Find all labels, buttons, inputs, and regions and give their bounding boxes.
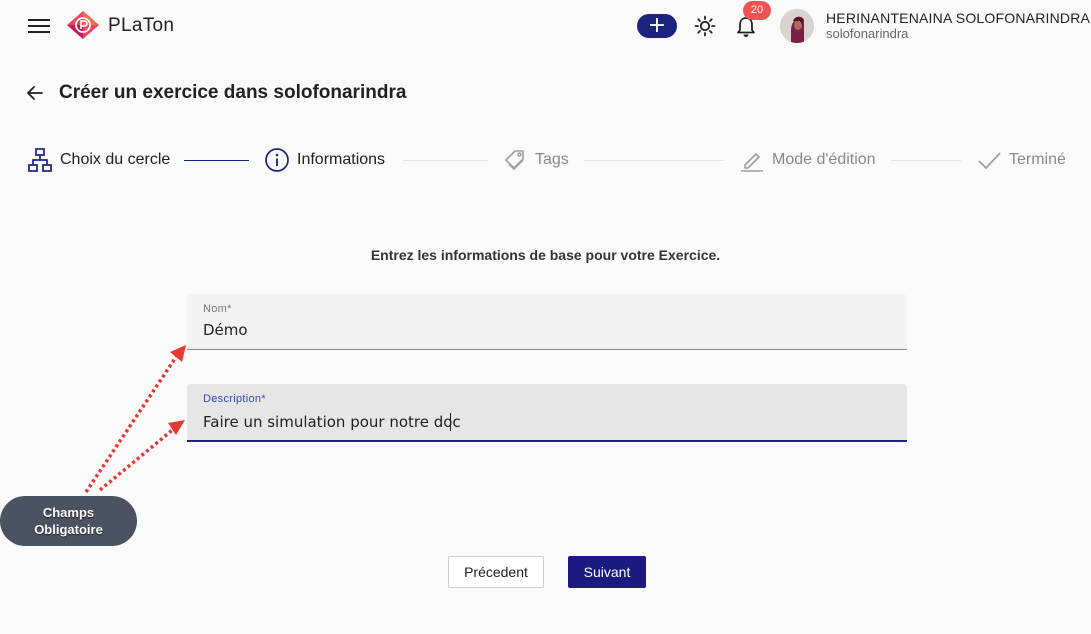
- page-title: Créer un exercice dans solofonarindra: [59, 82, 407, 103]
- plus-icon: +: [647, 13, 667, 38]
- user-name[interactable]: HERINANTENAINA SOLOFONARINDRA: [826, 10, 1090, 26]
- description-field[interactable]: Description*: [187, 384, 907, 442]
- info-icon: [264, 147, 290, 173]
- brand-name[interactable]: PLaTon: [108, 15, 174, 37]
- previous-button[interactable]: Précedent: [448, 556, 544, 588]
- step-termine[interactable]: Terminé: [976, 147, 1066, 173]
- avatar[interactable]: [780, 9, 814, 43]
- nom-field[interactable]: Nom*: [187, 294, 907, 350]
- notification-badge: 20: [743, 1, 771, 20]
- nom-label: Nom*: [203, 303, 232, 315]
- step-connector: [584, 160, 724, 161]
- callout-line: Champs: [42, 505, 95, 520]
- description-label: Description*: [203, 393, 266, 405]
- required-fields-callout: Champs Obligatoire: [0, 496, 137, 546]
- text-caret: [450, 413, 451, 431]
- sun-icon[interactable]: [694, 15, 716, 37]
- step-label: Informations: [297, 151, 386, 168]
- step-informations[interactable]: Informations: [264, 147, 385, 173]
- nom-input[interactable]: [203, 321, 883, 339]
- menu-icon[interactable]: [28, 16, 50, 36]
- sitemap-icon: [27, 147, 53, 173]
- step-tags[interactable]: Tags: [502, 147, 569, 173]
- step-connector: [891, 160, 961, 161]
- check-icon: [976, 147, 1002, 173]
- add-button[interactable]: +: [637, 14, 677, 38]
- step-label: Tags: [535, 151, 569, 168]
- step-label: Mode d'édition: [772, 151, 876, 168]
- step-label: Terminé: [1009, 151, 1066, 168]
- arrow-left-icon[interactable]: [25, 83, 45, 103]
- top-bar: PLaTon + 20 HERINANTENAINA SOLOFONARINDR…: [0, 0, 1091, 52]
- step-connector: [184, 160, 249, 161]
- form-intro: Entrez les informations de base pour vot…: [370, 247, 721, 263]
- callout-line: Obligatoire: [34, 522, 103, 537]
- platon-logo-icon[interactable]: [66, 10, 100, 40]
- description-input[interactable]: [203, 413, 883, 431]
- step-connector: [403, 160, 488, 161]
- tag-icon: [502, 147, 528, 173]
- next-button[interactable]: Suivant: [568, 556, 646, 588]
- user-login: solofonarindra: [826, 26, 909, 41]
- pencil-icon: [739, 147, 765, 173]
- step-label: Choix du cercle: [60, 151, 171, 168]
- step-choix-du-cercle[interactable]: Choix du cercle: [27, 147, 170, 173]
- step-mode-edition[interactable]: Mode d'édition: [739, 147, 876, 173]
